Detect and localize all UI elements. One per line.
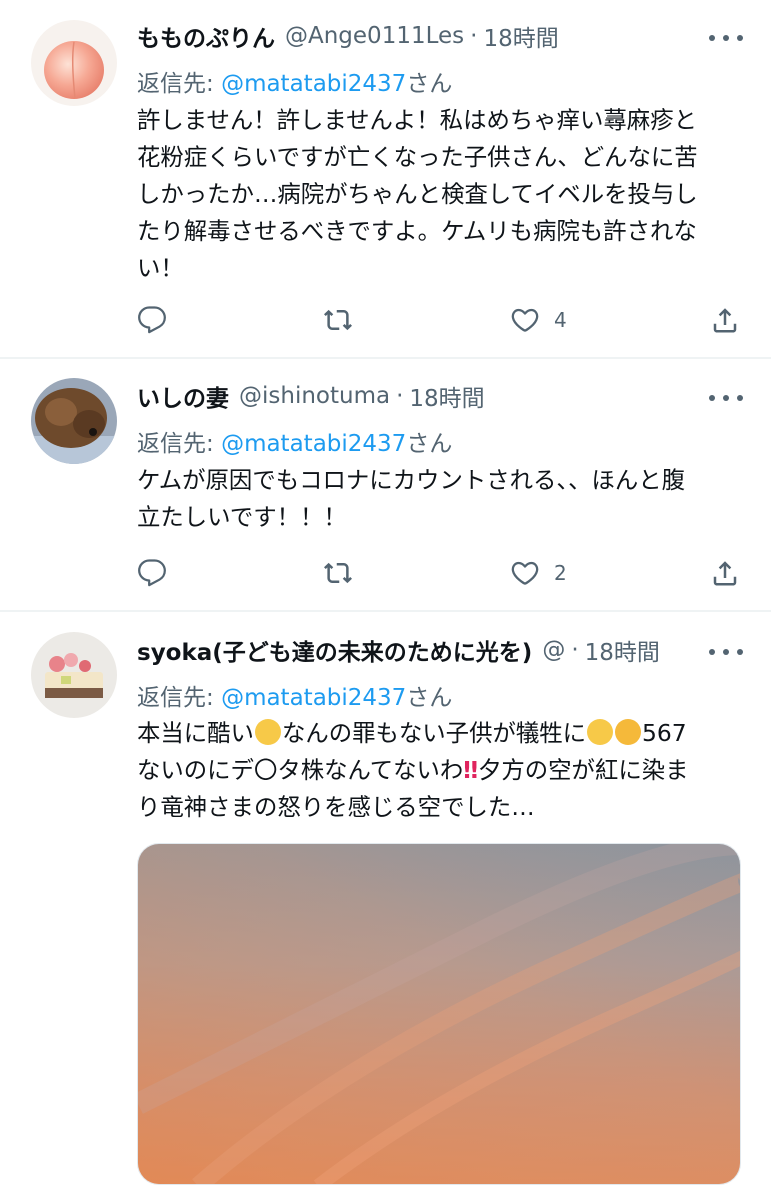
reply-suffix: さん: [406, 685, 453, 711]
display-name[interactable]: もものぷりん: [137, 19, 275, 53]
share-icon: [710, 305, 740, 335]
separator-dot: ·: [470, 23, 478, 49]
heart-icon: [510, 558, 540, 588]
more-icon[interactable]: [709, 642, 743, 662]
like-button[interactable]: 2: [510, 555, 567, 591]
tweet-text-line: ないのにデ〇タ株なんてないわ‼夕方の空が紅に染ま: [137, 752, 737, 789]
tweet-text-line: ケムが原因でもコロナにカウントされる、、ほんと腹: [137, 466, 686, 494]
avatar[interactable]: [31, 632, 117, 718]
double-exclamation-emoji-icon: ‼: [463, 756, 478, 784]
dog-avatar-image: [31, 378, 117, 464]
action-bar: 4: [137, 302, 747, 338]
reply-prefix: 返信先:: [137, 71, 222, 97]
reply-context: 返信先: @matatabi2437さん: [137, 424, 452, 458]
reply-button[interactable]: [137, 555, 167, 591]
tweet-text-line: 立たしいです！！！: [137, 503, 347, 531]
tweet-text-line: たり解毒させるべきですよ。ケムリも病院も許されな: [137, 217, 697, 245]
text-segment: ないのにデ〇タ株なんてないわ: [137, 756, 464, 784]
retweet-button[interactable]: [323, 302, 353, 338]
like-count: 4: [554, 308, 567, 332]
heart-icon: [510, 305, 540, 335]
tweet-header: いしの妻 @ishinotuma · 18時間: [137, 378, 485, 414]
more-icon[interactable]: [709, 28, 743, 48]
action-bar: 2: [137, 555, 747, 591]
peach-avatar-image: [31, 20, 117, 106]
tweet-text: 本当に酷い なんの罪もない子供が犠牲に 567 ないのにデ〇タ株なんてないわ‼夕方の…: [137, 715, 737, 826]
share-button[interactable]: [710, 302, 740, 338]
loudly-crying-face-emoji-icon: [587, 719, 614, 745]
sunset-sky-photo: [138, 844, 740, 1184]
text-segment: 567: [642, 719, 687, 747]
reply-mention-link[interactable]: @matatabi2437: [221, 431, 406, 457]
reply-suffix: さん: [406, 431, 453, 457]
reply-icon: [137, 558, 167, 588]
reply-button[interactable]: [137, 302, 167, 338]
like-button[interactable]: 4: [510, 302, 567, 338]
share-button[interactable]: [710, 555, 740, 591]
tweet-text: 許しません！許しませんよ！私はめちゃ痒い蕁麻疹と 花粉症くらいですが亡くなった子…: [137, 102, 737, 287]
tweet-text-line: り竜神さまの怒りを感じる空でした…: [137, 793, 535, 821]
avatar[interactable]: [31, 378, 117, 464]
user-handle[interactable]: @Ange0111Les: [285, 23, 464, 49]
tweet-text-line: い！: [137, 254, 184, 282]
tweet-text-line: 本当に酷い なんの罪もない子供が犠牲に 567: [137, 715, 737, 752]
like-count: 2: [554, 561, 567, 585]
text-segment: なんの罪もない子供が犠牲に: [281, 719, 587, 747]
reply-icon: [137, 305, 167, 335]
reply-mention-link[interactable]: @matatabi2437: [221, 71, 406, 97]
cake-avatar-image: [31, 632, 117, 718]
separator-dot: ·: [396, 383, 404, 409]
avatar[interactable]: [31, 20, 117, 106]
timestamp[interactable]: 18時間: [483, 19, 558, 53]
text-segment: 本当に酷い: [137, 719, 254, 747]
tweet-text: ケムが原因でもコロナにカウントされる、、ほんと腹 立たしいです！！！: [137, 462, 737, 536]
reply-context: 返信先: @matatabi2437さん: [137, 64, 452, 98]
display-name[interactable]: いしの妻: [137, 379, 229, 413]
angry-face-emoji-icon: [615, 719, 642, 745]
retweet-icon: [323, 305, 353, 335]
tweet-text-line: 許しません！許しませんよ！私はめちゃ痒い蕁麻疹と: [137, 106, 697, 134]
more-icon[interactable]: [709, 388, 743, 408]
retweet-button[interactable]: [323, 555, 353, 591]
text-segment: 夕方の空が紅に染ま: [477, 756, 689, 784]
reply-suffix: さん: [406, 71, 453, 97]
display-name[interactable]: syoka(子ども達の未来のために光を): [137, 633, 532, 667]
loudly-crying-face-emoji-icon: [254, 719, 281, 745]
reply-mention-link[interactable]: @matatabi2437: [221, 685, 406, 711]
separator-dot: ·: [571, 637, 579, 663]
tweet-header: syoka(子ども達の未来のために光を) @ · 18時間: [137, 632, 660, 668]
reply-prefix: 返信先:: [137, 685, 222, 711]
timestamp[interactable]: 18時間: [409, 379, 484, 413]
reply-prefix: 返信先:: [137, 431, 222, 457]
tweet-divider: [0, 357, 771, 359]
tweet-divider: [0, 610, 771, 612]
reply-context: 返信先: @matatabi2437さん: [137, 678, 452, 712]
retweet-icon: [323, 558, 353, 588]
share-icon: [710, 558, 740, 588]
user-handle[interactable]: @: [542, 637, 565, 663]
tweet-media-image[interactable]: [137, 843, 741, 1185]
tweet-text-line: 花粉症くらいですが亡くなった子供さん、どんなに苦: [137, 143, 698, 171]
tweet-header: もものぷりん @Ange0111Les · 18時間: [137, 18, 559, 54]
user-handle[interactable]: @ishinotuma: [239, 383, 390, 409]
timestamp[interactable]: 18時間: [585, 633, 660, 667]
tweet-text-line: しかったか…病院がちゃんと検査してイベルを投与し: [137, 180, 698, 208]
